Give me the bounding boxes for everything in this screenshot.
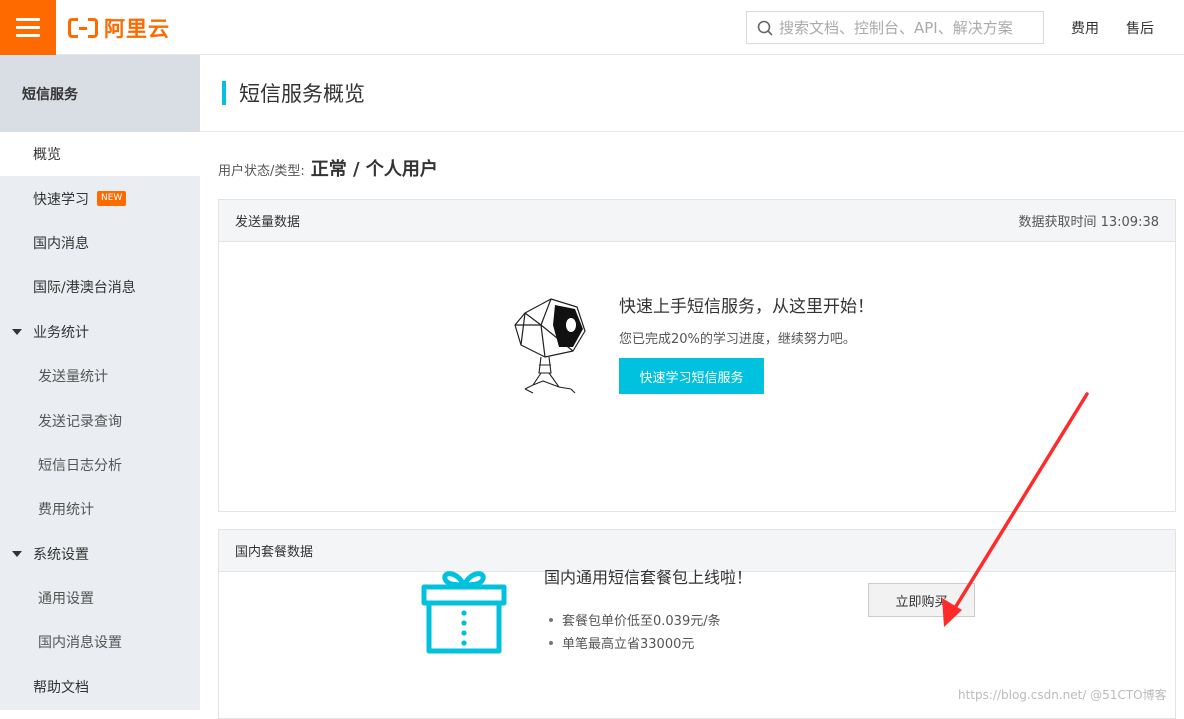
gift-icon (421, 571, 507, 654)
list-item: 单笔最高立省33000元 (549, 631, 721, 654)
search-box[interactable] (746, 11, 1044, 44)
new-badge: NEW (97, 191, 127, 207)
after-sales-link[interactable]: 售后 (1126, 18, 1154, 38)
sidebar-title: 短信服务 (0, 55, 200, 132)
sidebar-item-label: 发送量统计 (38, 369, 108, 386)
page-header: 短信服务概览 (200, 55, 1184, 132)
menu-icon[interactable] (0, 0, 56, 55)
sidebar-item-label: 短信日志分析 (38, 457, 122, 474)
sidebar-item-general-settings[interactable]: 通用设置 (0, 576, 200, 620)
page-title: 短信服务概览 (239, 82, 365, 106)
sidebar-item-label: 发送记录查询 (38, 413, 122, 430)
panel-title: 国内套餐数据 (235, 545, 314, 560)
search-icon (757, 20, 773, 36)
search-input[interactable] (779, 18, 1029, 37)
sidebar-item-cost-stats[interactable]: 费用统计 (0, 487, 200, 531)
sidebar-item-label: 国内消息设置 (38, 635, 122, 652)
aliyun-logo[interactable]: 阿里云 (68, 14, 170, 42)
caret-down-icon (12, 328, 22, 335)
sidebar-item-label: 国际/港澳台消息 (33, 280, 136, 297)
sidebar-item-label: 业务统计 (33, 324, 89, 341)
billing-link[interactable]: 费用 (1071, 18, 1099, 38)
sidebar-item-label: 快速学习 (33, 191, 89, 208)
data-fetch-time: 数据获取时间 13:09:38 (1018, 215, 1159, 230)
user-status-value: 正常 / 个人用户 (310, 159, 438, 180)
onboarding-progress: 您已完成20%的学习进度，继续努力吧。 (619, 332, 856, 347)
sidebar-item-label: 国内消息 (33, 235, 89, 252)
title-accent-bar (222, 81, 226, 105)
watermark: https://blog.csdn.net/ @51CTO博客 (958, 688, 1167, 702)
sidebar-item-label: 费用统计 (38, 502, 94, 519)
panel-title: 发送量数据 (235, 215, 301, 230)
list-item: 套餐包单价低至0.039元/条 (549, 608, 721, 631)
package-promo-title: 国内通用短信套餐包上线啦！ (544, 568, 753, 587)
top-nav-bar: 阿里云 费用 售后 (0, 0, 1184, 55)
sidebar: 短信服务 概览 快速学习 NEW 国内消息 国际/港澳台消息 业务统计 发送量统计… (0, 55, 200, 710)
sidebar-item-label: 系统设置 (33, 546, 89, 563)
sidebar-item-label: 概览 (33, 147, 61, 164)
sidebar-item-label: 帮助文档 (33, 679, 89, 696)
panel-header: 发送量数据 数据获取时间 13:09:38 (219, 200, 1175, 242)
buy-now-button[interactable]: 立即购买 (868, 583, 975, 617)
quick-learn-button[interactable]: 快速学习短信服务 (619, 358, 764, 394)
sidebar-item-label: 通用设置 (38, 591, 94, 608)
sidebar-group-business-stats[interactable]: 业务统计 (0, 310, 200, 354)
main-content: 短信服务概览 用户状态/类型: 正常 / 个人用户 发送量数据 数据获取时间 1… (200, 55, 1184, 719)
send-volume-panel: 发送量数据 数据获取时间 13:09:38 快速上手短信服务，从这里开始！ 您已… (218, 199, 1176, 512)
sidebar-item-international[interactable]: 国际/港澳台消息 (0, 265, 200, 309)
sidebar-item-log-analysis[interactable]: 短信日志分析 (0, 443, 200, 487)
sidebar-item-help-docs[interactable]: 帮助文档 (0, 665, 200, 709)
user-status-label: 用户状态/类型: (218, 164, 305, 179)
package-benefits: 套餐包单价低至0.039元/条 单笔最高立省33000元 (549, 608, 721, 654)
sidebar-item-quick-learn[interactable]: 快速学习 NEW (0, 176, 200, 220)
logo-text: 阿里云 (104, 17, 170, 41)
sidebar-group-system-settings[interactable]: 系统设置 (0, 532, 200, 576)
sidebar-item-overview[interactable]: 概览 (0, 132, 200, 177)
caret-down-icon (12, 550, 22, 557)
robot-illustration (514, 298, 586, 394)
user-status: 用户状态/类型: 正常 / 个人用户 (218, 155, 438, 181)
aliyun-logo-mark (68, 18, 98, 38)
sidebar-item-domestic[interactable]: 国内消息 (0, 221, 200, 265)
sidebar-item-send-stats[interactable]: 发送量统计 (0, 354, 200, 398)
onboarding-title: 快速上手短信服务，从这里开始！ (619, 297, 874, 317)
sidebar-item-domestic-settings[interactable]: 国内消息设置 (0, 620, 200, 664)
sidebar-item-send-records[interactable]: 发送记录查询 (0, 398, 200, 442)
